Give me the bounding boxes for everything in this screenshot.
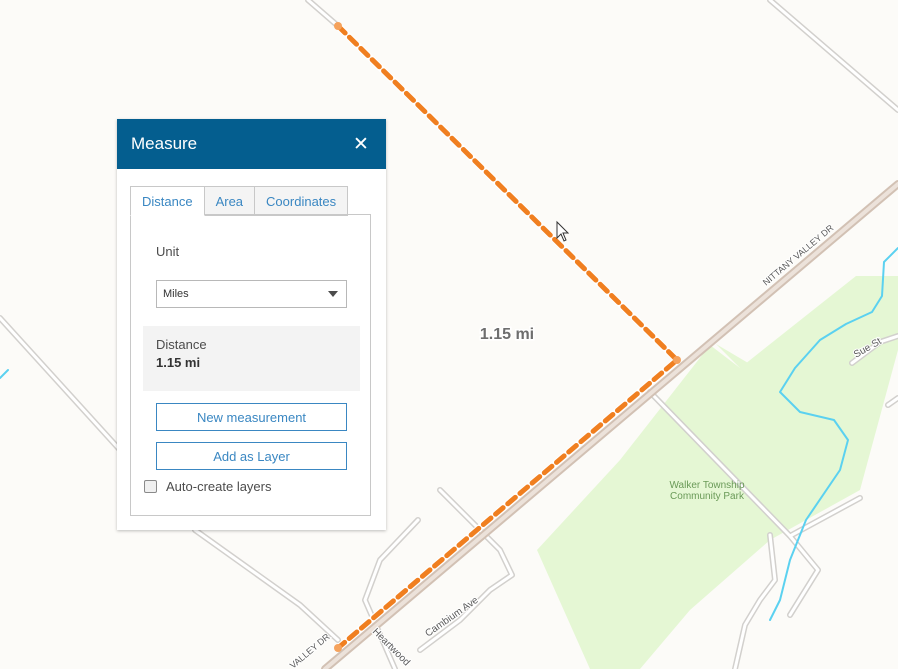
tab-content: Unit Miles Distance 1.15 mi New measurem…	[130, 214, 371, 516]
road-label-valley-dr: VALLEY DR	[288, 631, 332, 669]
add-as-layer-button[interactable]: Add as Layer	[156, 442, 347, 470]
park-label-line-2: Community Park	[670, 491, 745, 502]
measure-panel: Measure ✕ Distance Area Coordinates Unit…	[117, 119, 386, 530]
result-label: Distance	[156, 337, 207, 352]
stream	[0, 369, 9, 379]
measure-vertex[interactable]	[334, 644, 342, 652]
result-value: 1.15 mi	[156, 355, 201, 370]
park-label-line-1: Walker Township	[669, 480, 744, 491]
new-measurement-button[interactable]: New measurement	[156, 403, 347, 431]
measure-vertex[interactable]	[334, 22, 342, 30]
auto-create-label: Auto-create layers	[166, 479, 272, 494]
unit-select[interactable]: Miles	[156, 280, 347, 308]
tab-coordinates[interactable]: Coordinates	[255, 186, 349, 216]
road-label-cambium-ave: Cambium Ave	[423, 595, 481, 640]
tab-area[interactable]: Area	[204, 186, 256, 216]
measure-vertex[interactable]	[673, 356, 681, 364]
measure-tabs: Distance Area Coordinates	[130, 186, 349, 216]
panel-header: Measure ✕	[117, 119, 386, 169]
unit-label: Unit	[156, 244, 180, 259]
cursor-icon	[556, 220, 570, 242]
auto-create-checkbox[interactable]	[144, 480, 157, 493]
result-box: Distance 1.15 mi	[143, 326, 360, 391]
close-icon[interactable]: ✕	[350, 133, 372, 155]
tab-distance[interactable]: Distance	[130, 186, 205, 216]
measure-label: 1.15 mi	[480, 326, 534, 343]
auto-create-row: Auto-create layers	[144, 479, 272, 494]
chevron-down-icon	[328, 291, 338, 297]
road-label-nittany-valley-dr: NITTANY VALLEY DR	[761, 222, 836, 287]
panel-title: Measure	[131, 134, 198, 153]
unit-select-value: Miles	[163, 288, 189, 300]
